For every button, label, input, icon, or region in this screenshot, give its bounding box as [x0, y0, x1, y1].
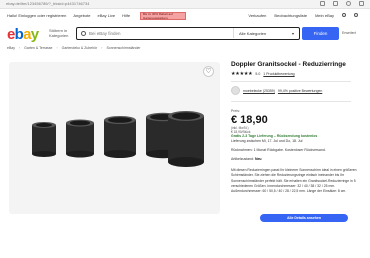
breadcrumb-item[interactable]: eBay: [7, 46, 15, 50]
see-all-details-button[interactable]: Alle Details ansehen: [260, 214, 348, 222]
rating-count-link[interactable]: 1 Produktbewertung: [263, 72, 294, 76]
rating-count[interactable]: 1 Produktbewertung: [263, 72, 294, 76]
divider: [231, 81, 351, 82]
url-text[interactable]: ebay.de/itm/123456789/?_trksid=p44317467…: [6, 1, 89, 6]
rating-value: 5.0: [255, 72, 261, 76]
logo-letter-y: y: [30, 26, 39, 43]
price: € 18,90: [231, 114, 268, 126]
delivery-info: Lieferung zwischen Mi, 17. Jul und Do, 1…: [231, 139, 303, 143]
price-subtext: (inkl. MwSt.) € 18,90/Stück: [231, 126, 251, 134]
sell-link[interactable]: Verkaufen: [248, 13, 266, 18]
rating-row: ★★★★★ 5.0 1 Produktbewertung: [231, 71, 295, 77]
reducer-ring-5: [168, 111, 204, 167]
search-bar: Bei eBay finden Alle Kategorien ▾: [76, 27, 300, 40]
reducer-ring-2: [66, 119, 94, 158]
seller-feedback[interactable]: 99,4% positive Bewertungen: [278, 89, 322, 93]
shipping-info: Gratis 2-3 Tage Lieferung – Rücksendung …: [231, 134, 318, 138]
search-input[interactable]: Bei eBay finden: [89, 31, 121, 36]
deals-link[interactable]: Angebote: [73, 13, 90, 18]
cart-icon[interactable]: [354, 13, 358, 17]
logo-letter-b: b: [14, 26, 24, 43]
help-link[interactable]: Hilfe: [122, 13, 130, 18]
seller-avatar[interactable]: [231, 86, 240, 95]
top-nav-left: Hallo! Einloggen oder registrieren Angeb…: [7, 13, 130, 18]
extensions-icon[interactable]: [333, 1, 338, 6]
seller-name[interactable]: moebelecke (25359): [243, 89, 275, 93]
breadcrumb-item[interactable]: Garten & Terrasse: [24, 46, 52, 50]
my-ebay-link[interactable]: Mein eBay: [315, 13, 334, 18]
divider: [231, 101, 351, 102]
tab-icon[interactable]: [320, 1, 325, 6]
breadcrumb-item[interactable]: Gartendeko & Zubehör: [62, 46, 98, 50]
promo-banner[interactable]: Bis zu 30% Rabatt auf Gartenausstattung: [140, 12, 186, 20]
top-nav-right: Verkaufen Beobachtungsliste Mein eBay: [248, 13, 358, 18]
product-description: Mit diesen Reduzierringen passt Ihr klei…: [231, 168, 357, 194]
breadcrumb-separator: ›: [101, 46, 103, 50]
condition-value: Neu: [254, 157, 262, 161]
signin-link[interactable]: Hallo! Einloggen oder registrieren: [7, 13, 66, 18]
seller-row: moebelecke (25359) 99,4% positive Bewert…: [231, 86, 322, 95]
product-image-large-ring: [168, 111, 204, 167]
condition-row: Artikelzustand: Neu: [231, 157, 262, 161]
price-label: Preis:: [231, 109, 240, 113]
notification-icon[interactable]: [342, 13, 346, 17]
shop-by-category[interactable]: Stöbern in Kategorien: [49, 28, 73, 38]
breadcrumb-item[interactable]: Sonnenschirmständer: [106, 46, 140, 50]
reducer-ring-1: [32, 122, 56, 157]
ebay-logo[interactable]: ebay: [7, 26, 39, 43]
condition-label: Artikelzustand:: [231, 157, 254, 161]
product-title: Doppler Granitsockel - Reduzierringe: [231, 61, 346, 68]
browser-address-bar: ebay.de/itm/123456789/?_trksid=p44317467…: [0, 0, 370, 9]
chevron-down-icon: ▾: [291, 31, 294, 36]
menu-icon[interactable]: [359, 1, 364, 6]
browser-icons: [320, 1, 364, 6]
heart-icon[interactable]: ♡: [203, 66, 214, 77]
search-button[interactable]: Finden: [302, 27, 339, 40]
breadcrumb: eBay › Garten & Terrasse › Gartendeko & …: [7, 46, 141, 50]
breadcrumb-separator: ›: [18, 46, 21, 50]
profile-icon[interactable]: [346, 1, 351, 6]
ebay-live-link[interactable]: eBay Live: [98, 13, 116, 18]
advanced-search-link[interactable]: Erweitert: [342, 31, 356, 35]
rating-stars: ★★★★★: [231, 71, 253, 77]
reducer-ring-3: [104, 116, 136, 158]
category-label: Alle Kategorien: [239, 31, 267, 36]
category-select[interactable]: Alle Kategorien ▾: [233, 28, 299, 38]
search-icon: [81, 31, 86, 36]
breadcrumb-separator: ›: [56, 46, 58, 50]
returns-info: Rücknahmen: 1 Monat Rückgabe. Kostenlose…: [231, 148, 326, 152]
watchlist-link[interactable]: Beobachtungsliste: [274, 13, 307, 18]
logo-letter-e: e: [7, 26, 15, 43]
logo-letter-a: a: [23, 26, 31, 43]
